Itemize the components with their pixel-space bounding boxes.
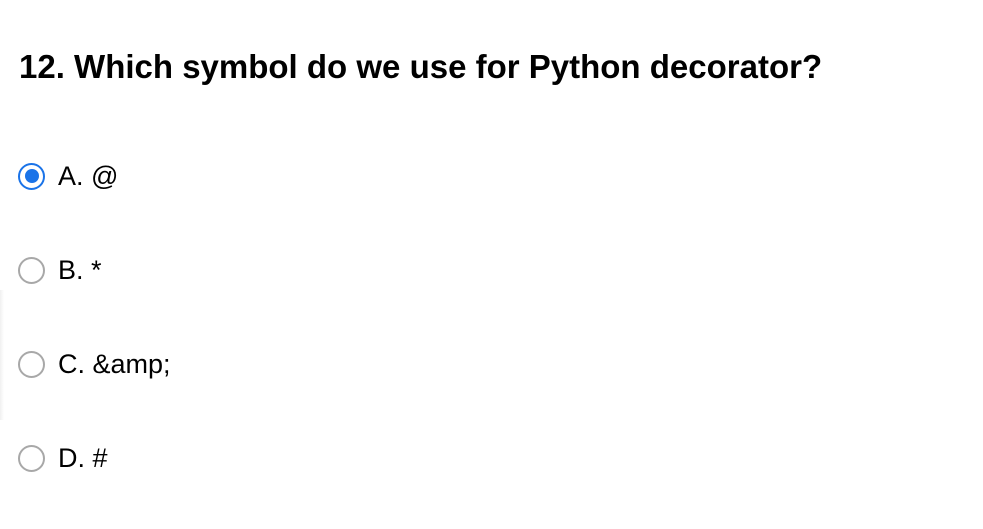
option-d[interactable]: D. #: [18, 434, 618, 482]
option-b-label[interactable]: B. *: [58, 246, 102, 294]
radio-selected-dot: [24, 169, 39, 183]
option-b[interactable]: B. *: [18, 246, 618, 294]
radio-option-d[interactable]: [18, 444, 45, 472]
option-d-label[interactable]: D. #: [58, 434, 108, 482]
radio-option-a[interactable]: [18, 162, 45, 190]
radio-option-c[interactable]: [18, 350, 45, 378]
option-c-label[interactable]: C. &amp;: [58, 340, 171, 388]
question-title: 12. Which symbol do we use for Python de…: [19, 48, 823, 85]
option-a[interactable]: A. @: [18, 152, 618, 200]
left-edge-shadow: [0, 290, 4, 420]
radio-option-b[interactable]: [18, 256, 45, 284]
option-c[interactable]: C. &amp;: [18, 340, 618, 388]
answer-options: A. @ B. * C. &amp; D. #: [18, 152, 618, 528]
option-a-label[interactable]: A. @: [58, 152, 118, 200]
